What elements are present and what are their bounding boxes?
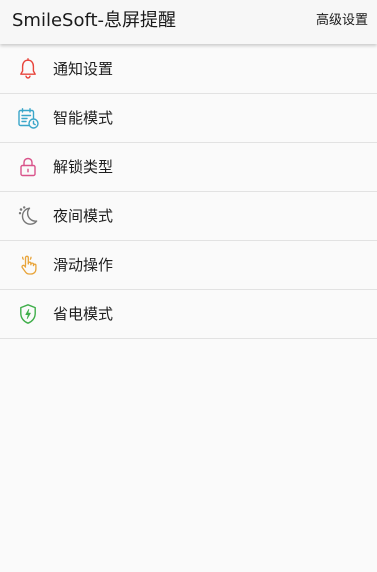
app-bar: SmileSoft-息屏提醒 高级设置 [0, 0, 377, 44]
menu-item-label: 夜间模式 [53, 207, 114, 225]
menu-item-label: 通知设置 [53, 60, 114, 78]
menu-item-label: 智能模式 [53, 109, 114, 127]
menu-item-notification-settings[interactable]: 通知设置 [0, 45, 377, 94]
battery-shield-icon [16, 302, 40, 326]
menu-item-power-saving[interactable]: 省电模式 [0, 290, 377, 339]
menu-item-night-mode[interactable]: 夜间模式 [0, 192, 377, 241]
menu-item-label: 滑动操作 [53, 256, 114, 274]
menu-item-smart-mode[interactable]: 智能模式 [0, 94, 377, 143]
menu-item-unlock-type[interactable]: 解锁类型 [0, 143, 377, 192]
settings-menu: 通知设置 智能模式 解锁类型 夜间模式 滑动操作 省电模式 [0, 45, 377, 339]
menu-item-label: 省电模式 [53, 305, 114, 323]
lock-icon [16, 155, 40, 179]
advanced-settings-button[interactable]: 高级设置 [316, 12, 368, 30]
hand-pointer-icon [16, 253, 40, 277]
menu-item-swipe-action[interactable]: 滑动操作 [0, 241, 377, 290]
bell-icon [16, 57, 40, 81]
calendar-clock-icon [16, 106, 40, 130]
menu-item-label: 解锁类型 [53, 158, 114, 176]
moon-icon [16, 204, 40, 228]
app-title: SmileSoft-息屏提醒 [12, 10, 177, 31]
